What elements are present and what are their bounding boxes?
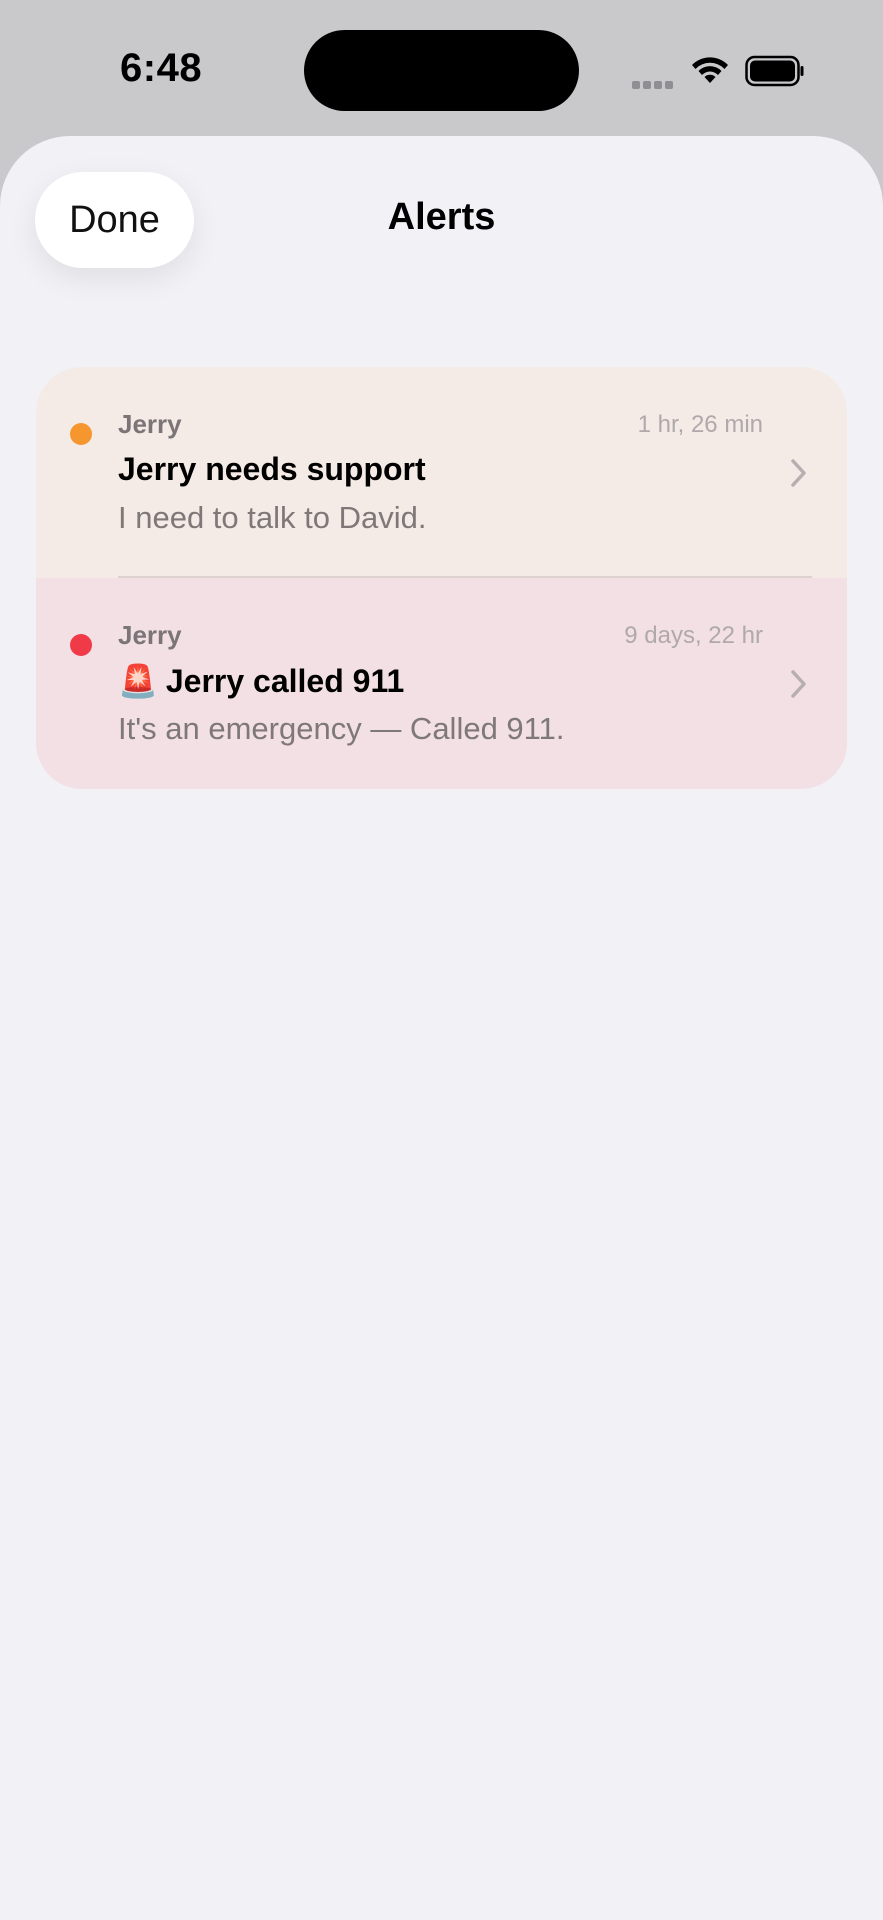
- dynamic-island: [304, 30, 579, 111]
- cellular-signal-icon: [632, 76, 676, 89]
- siren-icon: 🚨: [118, 663, 158, 699]
- alert-sender: Jerry: [118, 409, 182, 439]
- alert-title-text: Jerry called 911: [165, 663, 405, 699]
- status-bar: 6:48: [0, 0, 883, 136]
- alerts-list: Jerry 1 hr, 26 min Jerry needs support I…: [36, 367, 847, 789]
- battery-icon: [745, 55, 804, 87]
- alerts-sheet: Done Alerts Jerry 1 hr, 26 min Jerry nee…: [0, 136, 883, 1920]
- alert-title: 🚨 Jerry called 911: [118, 662, 404, 700]
- page-title: Alerts: [387, 196, 496, 238]
- chevron-right-icon: [791, 670, 806, 698]
- alert-title: Jerry needs support: [118, 451, 426, 487]
- alert-body: I need to talk to David.: [118, 500, 427, 535]
- unread-dot-icon: [70, 423, 92, 445]
- alert-row-support[interactable]: Jerry 1 hr, 26 min Jerry needs support I…: [36, 367, 847, 578]
- wifi-icon: [692, 57, 728, 83]
- status-time: 6:48: [120, 46, 203, 90]
- alert-body: It's an emergency — Called 911.: [118, 711, 565, 746]
- alert-time: 1 hr, 26 min: [637, 411, 763, 438]
- alert-sender: Jerry: [118, 620, 182, 650]
- chevron-right-icon: [791, 459, 806, 487]
- alert-row-emergency[interactable]: Jerry 9 days, 22 hr 🚨 Jerry called 911 It…: [36, 578, 847, 789]
- unread-dot-icon: [70, 634, 92, 656]
- alert-time: 9 days, 22 hr: [624, 622, 763, 649]
